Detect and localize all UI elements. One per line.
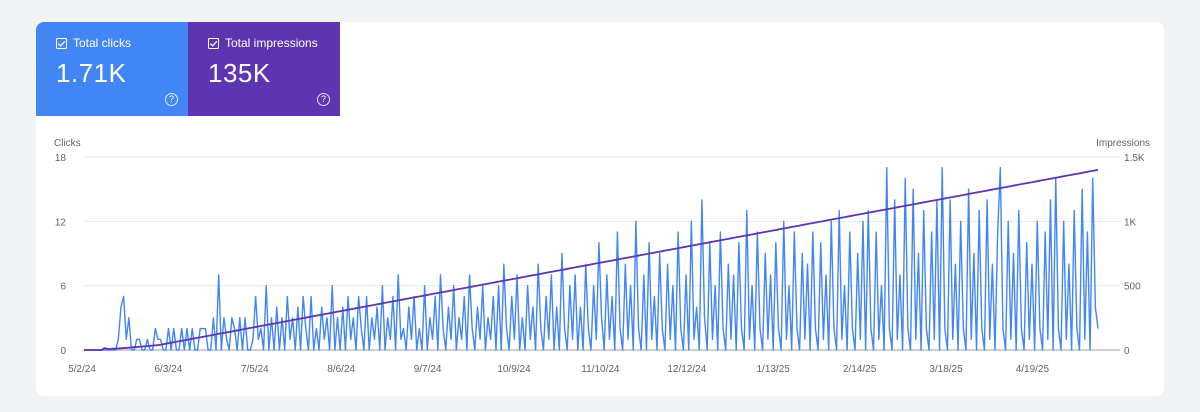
x-tick-label: 3/18/25 [929,364,963,375]
x-tick-label: 6/3/24 [154,364,182,375]
left-axis-ticks: 0 6 12 18 [55,153,67,357]
left-tick-label: 6 [60,282,66,293]
right-axis-title: Impressions [1096,138,1150,149]
impressions-series-line [84,168,1099,351]
x-tick-label: 10/9/24 [497,364,531,375]
x-tick-label: 12/12/24 [667,364,706,375]
x-tick-label: 4/19/25 [1016,364,1050,375]
x-tick-label: 1/13/25 [757,364,791,375]
performance-card: Total clicks 1.71K ? Total impressions 1… [36,22,1164,396]
right-tick-label: 500 [1124,282,1141,293]
left-tick-label: 0 [60,346,66,357]
right-tick-label: 1K [1124,217,1137,228]
right-tick-label: 1.5K [1124,153,1145,164]
x-tick-label: 7/5/24 [241,364,269,375]
left-tick-label: 12 [55,217,67,228]
x-tick-label: 8/6/24 [327,364,355,375]
clicks-series-line [84,167,1099,351]
x-axis-ticks: 5/2/24 6/3/24 7/5/24 8/6/24 9/7/24 10/9/24 11/… [68,364,1049,375]
right-axis-ticks: 0 500 1K 1.5K [1124,153,1145,357]
x-tick-label: 5/2/24 [68,364,96,375]
x-tick-label: 9/7/24 [414,364,442,375]
left-tick-label: 18 [55,153,67,164]
performance-chart: Clicks Impressions 0 6 12 18 0 500 1K 1.5K 5/2… [54,138,1150,375]
x-tick-label: 2/14/25 [843,364,877,375]
left-axis-title: Clicks [54,138,81,149]
right-tick-label: 0 [1124,346,1130,357]
series-lines [84,167,1099,351]
x-tick-label: 11/10/24 [581,364,620,375]
